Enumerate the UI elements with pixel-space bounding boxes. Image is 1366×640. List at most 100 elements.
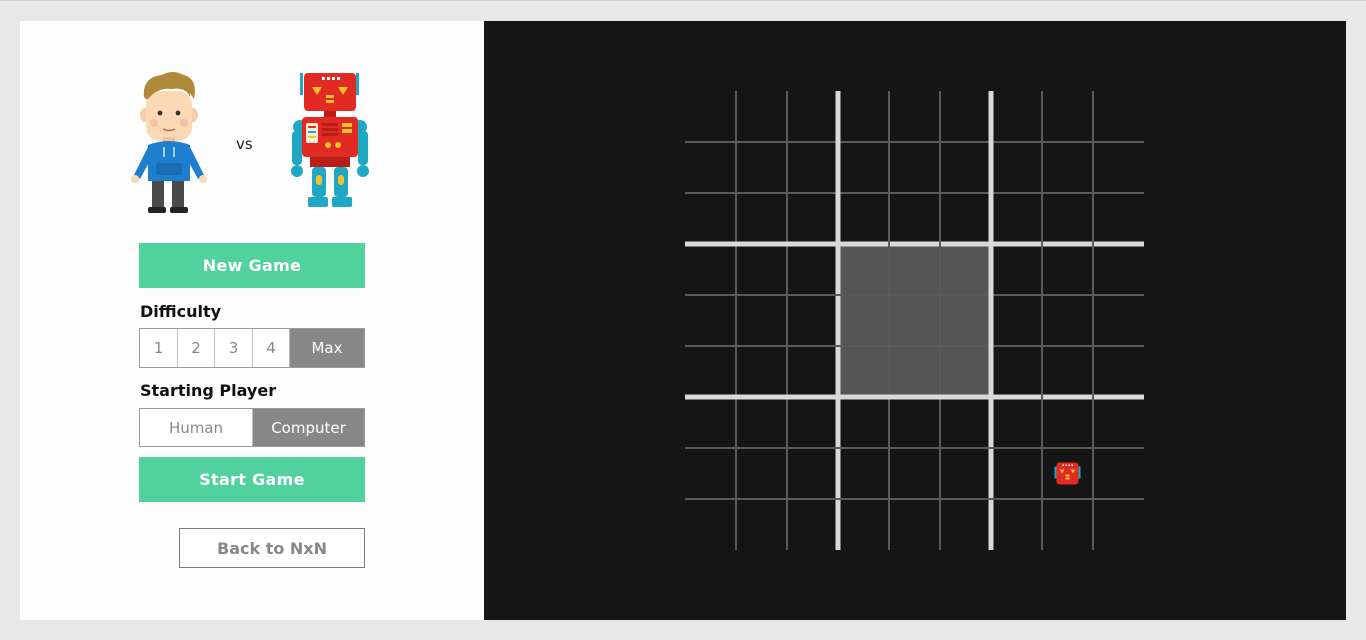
board-cell-active[interactable] [889, 295, 940, 346]
starting-player-human[interactable]: Human [140, 409, 253, 446]
board-cell[interactable] [1042, 397, 1093, 448]
board-cell[interactable] [991, 91, 1042, 142]
top-border [0, 0, 1366, 1]
board-cell[interactable] [940, 142, 991, 193]
board-cell[interactable] [787, 91, 838, 142]
board-cell[interactable] [889, 193, 940, 244]
board-cell[interactable] [991, 448, 1042, 499]
board-cell[interactable] [940, 91, 991, 142]
board-cell-active[interactable] [838, 244, 889, 295]
board-cell-active[interactable] [838, 295, 889, 346]
board-cell[interactable] [787, 346, 838, 397]
board-cell[interactable] [940, 499, 991, 550]
vs-label: vs [236, 135, 253, 153]
board-cell[interactable] [991, 499, 1042, 550]
difficulty-option-1[interactable]: 1 [140, 329, 178, 367]
board-cell[interactable] [991, 193, 1042, 244]
board-cell[interactable] [889, 142, 940, 193]
board-cell[interactable] [787, 499, 838, 550]
board-cell[interactable] [940, 193, 991, 244]
board-cell[interactable] [736, 397, 787, 448]
board-cell[interactable] [889, 499, 940, 550]
robot-piece-icon [1054, 462, 1081, 485]
board-cell[interactable] [838, 91, 889, 142]
back-to-nxn-button[interactable]: Back to NxN [179, 528, 365, 568]
board-cell[interactable] [940, 397, 991, 448]
start-game-button[interactable]: Start Game [139, 457, 365, 502]
board-cell[interactable] [991, 295, 1042, 346]
board-cell[interactable] [889, 91, 940, 142]
board-cell[interactable] [787, 448, 838, 499]
board-cell-active[interactable] [889, 346, 940, 397]
board-cell[interactable] [1093, 193, 1144, 244]
board-cell-active[interactable] [889, 244, 940, 295]
board-cell[interactable] [1093, 91, 1144, 142]
board-cell[interactable] [685, 244, 736, 295]
board-cell[interactable] [685, 295, 736, 346]
board-cell[interactable] [838, 193, 889, 244]
starting-player-computer[interactable]: Computer [253, 409, 364, 446]
board-cell[interactable] [787, 193, 838, 244]
board-cell[interactable] [736, 244, 787, 295]
board-cell[interactable] [838, 142, 889, 193]
board-cell[interactable] [991, 244, 1042, 295]
board-cell[interactable] [736, 91, 787, 142]
difficulty-option-4[interactable]: 4 [253, 329, 290, 367]
board-cell[interactable] [787, 397, 838, 448]
board-cell[interactable] [889, 397, 940, 448]
game-board [685, 91, 1144, 550]
board-cell[interactable] [1093, 499, 1144, 550]
board-cell[interactable] [1042, 244, 1093, 295]
board-cell-active[interactable] [940, 346, 991, 397]
board-cell[interactable] [991, 346, 1042, 397]
board-cell[interactable] [736, 346, 787, 397]
board-cell-active[interactable] [940, 295, 991, 346]
board-cell[interactable] [736, 295, 787, 346]
board-cell[interactable] [991, 397, 1042, 448]
board-cell[interactable] [1042, 91, 1093, 142]
board-cell[interactable] [889, 448, 940, 499]
starting-player-label: Starting Player [140, 381, 277, 400]
board-cell[interactable] [685, 448, 736, 499]
difficulty-option-2[interactable]: 2 [178, 329, 215, 367]
board-cell[interactable] [685, 499, 736, 550]
board-cell[interactable] [736, 193, 787, 244]
board-cell[interactable] [838, 397, 889, 448]
board-cell[interactable] [1042, 499, 1093, 550]
board-cell[interactable] [685, 397, 736, 448]
board-cell[interactable] [940, 448, 991, 499]
board-cell[interactable] [1093, 142, 1144, 193]
board-cell[interactable] [1093, 448, 1144, 499]
board-cell[interactable] [736, 142, 787, 193]
human-avatar-icon [131, 72, 207, 213]
game-board-area [484, 21, 1346, 620]
board-cell[interactable] [1093, 397, 1144, 448]
difficulty-option-3[interactable]: 3 [215, 329, 253, 367]
board-cell[interactable] [685, 346, 736, 397]
board-cell[interactable] [1042, 295, 1093, 346]
board-cell[interactable] [838, 499, 889, 550]
board-cell-active[interactable] [838, 346, 889, 397]
board-cell[interactable] [736, 448, 787, 499]
board-cell[interactable] [787, 295, 838, 346]
board-cell[interactable] [685, 142, 736, 193]
new-game-button[interactable]: New Game [139, 243, 365, 288]
control-panel: vs New Game Difficulty 1 2 3 4 Max Start… [20, 21, 484, 620]
board-cell[interactable] [991, 142, 1042, 193]
board-cell[interactable] [1042, 346, 1093, 397]
difficulty-option-max[interactable]: Max [290, 329, 364, 367]
board-cell[interactable] [1093, 244, 1144, 295]
robot-avatar-icon [291, 73, 369, 207]
board-cell[interactable] [787, 244, 838, 295]
board-cell[interactable] [685, 193, 736, 244]
board-cell[interactable] [838, 448, 889, 499]
board-cell[interactable] [1093, 346, 1144, 397]
board-cell[interactable] [685, 91, 736, 142]
board-cell[interactable] [787, 142, 838, 193]
starting-player-selector: Human Computer [139, 408, 365, 447]
board-cell-active[interactable] [940, 244, 991, 295]
board-cell[interactable] [1042, 193, 1093, 244]
board-cell[interactable] [1042, 142, 1093, 193]
board-cell[interactable] [1093, 295, 1144, 346]
board-cell[interactable] [736, 499, 787, 550]
